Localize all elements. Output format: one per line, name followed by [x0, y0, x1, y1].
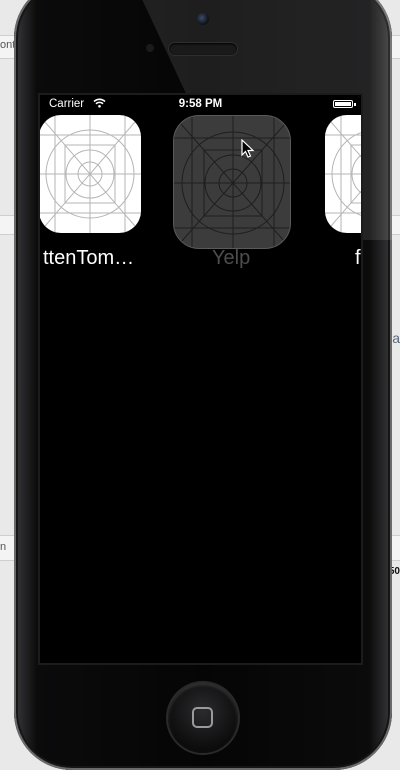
battery-tip	[354, 103, 356, 106]
host-window-fragment: n	[0, 541, 7, 553]
app-label: Yelp	[212, 247, 251, 269]
app-icon-grid[interactable]	[40, 115, 141, 233]
device-screen: Carrier 9:58 PM ttenTom… Yelp f	[40, 95, 361, 663]
host-window-fragment: a	[392, 330, 400, 346]
proximity-sensor	[146, 44, 154, 52]
status-bar: Carrier 9:58 PM	[40, 95, 361, 115]
app-icon-grid[interactable]	[325, 115, 361, 233]
battery-icon	[333, 100, 353, 108]
app-label: f	[355, 247, 361, 269]
app-label: ttenTom…	[43, 247, 135, 269]
host-window-fragment: ont	[0, 39, 16, 51]
home-button-icon	[192, 707, 213, 728]
app-icon-grid-pressed[interactable]	[173, 115, 291, 249]
earpiece-speaker	[169, 43, 237, 55]
status-time: 9:58 PM	[178, 98, 223, 110]
mouse-cursor-icon	[241, 139, 255, 158]
front-camera-icon	[197, 13, 209, 25]
home-button[interactable]	[168, 683, 238, 753]
